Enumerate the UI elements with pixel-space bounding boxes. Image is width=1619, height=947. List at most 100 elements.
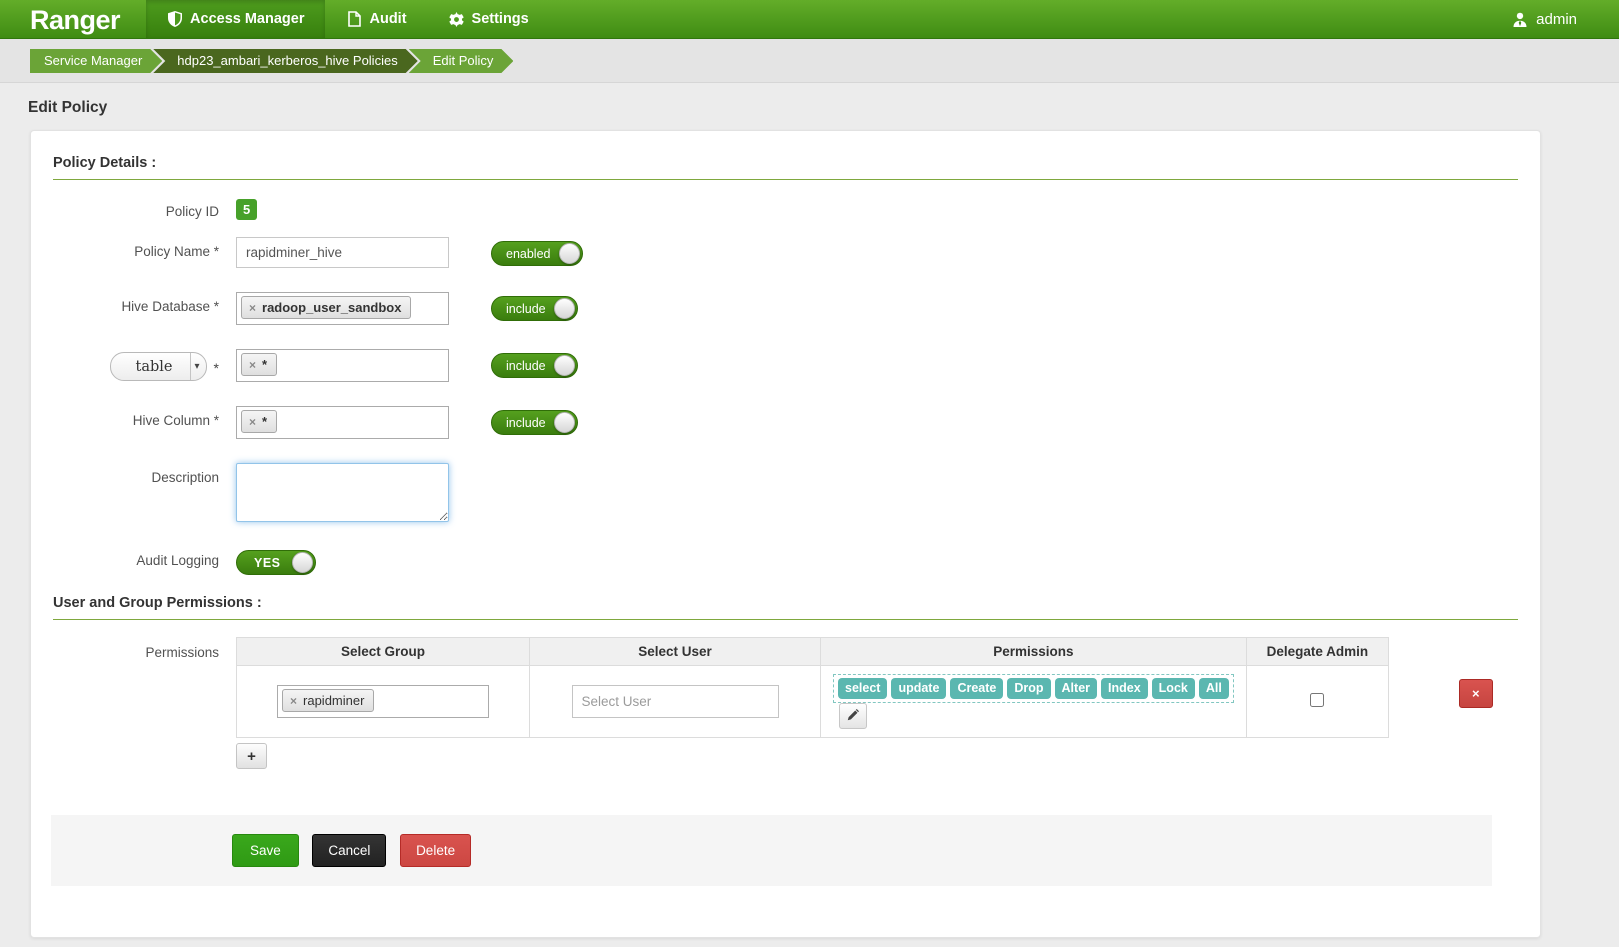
required-asterisk: * (214, 358, 219, 376)
chip-remove-icon[interactable]: × (249, 359, 256, 371)
description-textarea[interactable] (236, 463, 449, 522)
hive-table-chip: × * (241, 353, 277, 376)
group-chip: × rapidminer (282, 689, 374, 712)
header-permissions: Permissions (821, 638, 1247, 666)
user-group-permissions-heading: User and Group Permissions : (53, 595, 1518, 620)
header-delegate-admin: Delegate Admin (1246, 638, 1388, 666)
perm-badge-select[interactable]: select (838, 678, 887, 699)
policy-id-badge: 5 (236, 199, 257, 220)
toggle-knob (292, 552, 313, 573)
policy-details-heading: Policy Details : (53, 155, 1518, 180)
chip-remove-icon[interactable]: × (249, 302, 256, 314)
hive-database-input[interactable]: × radoop_user_sandbox (236, 292, 449, 325)
nav-audit-label: Audit (369, 11, 406, 27)
hive-database-include-label: include (494, 302, 554, 316)
policy-id-row: Policy ID 5 (53, 197, 1518, 220)
edit-policy-panel: Policy Details : Policy ID 5 Policy Name… (30, 130, 1541, 938)
form-actions-bar: Save Cancel Delete (51, 815, 1492, 886)
perm-badge-lock[interactable]: Lock (1152, 678, 1195, 699)
policy-enabled-toggle-label: enabled (494, 247, 559, 261)
description-label: Description (53, 463, 236, 485)
perm-badge-update[interactable]: update (891, 678, 946, 699)
perm-badge-all[interactable]: All (1199, 678, 1229, 699)
select-user-input[interactable] (572, 685, 779, 718)
nav-access-manager-label: Access Manager (190, 11, 304, 27)
chip-remove-icon[interactable]: × (249, 416, 256, 428)
save-button[interactable]: Save (232, 834, 299, 867)
delegate-admin-checkbox[interactable] (1310, 693, 1324, 707)
shield-icon (167, 11, 183, 27)
chevron-down-icon: ▾ (190, 353, 206, 380)
remove-permission-row-button[interactable]: × (1459, 679, 1493, 708)
hive-column-input[interactable]: × * (236, 406, 449, 439)
audit-logging-row: Audit Logging YES (53, 546, 1518, 575)
hive-column-include-label: include (494, 416, 554, 430)
policy-id-label: Policy ID (53, 197, 236, 219)
hive-database-chip-label: radoop_user_sandbox (262, 300, 401, 315)
permission-badges: select update Create Drop Alter Index Lo… (833, 674, 1234, 703)
header-select-user: Select User (530, 638, 821, 666)
toggle-knob (554, 412, 575, 433)
permissions-table: Select Group Select User Permissions Del… (236, 637, 1389, 738)
pencil-icon (847, 709, 859, 724)
gear-icon (449, 11, 465, 27)
hive-database-chip: × radoop_user_sandbox (241, 296, 411, 319)
hive-database-label: Hive Database * (53, 292, 236, 314)
policy-name-label: Policy Name * (53, 237, 236, 259)
breadcrumb-service-manager[interactable]: Service Manager (30, 49, 162, 73)
nav-settings[interactable]: Settings (428, 0, 550, 38)
policy-name-input[interactable] (236, 237, 449, 268)
audit-logging-toggle-label: YES (239, 556, 289, 570)
header-select-group: Select Group (237, 638, 530, 666)
toggle-knob (554, 355, 575, 376)
breadcrumb-policies[interactable]: hdp23_ambari_kerberos_hive Policies (153, 49, 417, 73)
breadcrumb: Service Managerhdp23_ambari_kerberos_hiv… (0, 39, 1619, 83)
table-row: table ▾ * × * include (53, 349, 1518, 382)
nav-access-manager[interactable]: Access Manager (146, 0, 325, 38)
permissions-table-row: × rapidminer select (237, 666, 1389, 738)
hive-column-chip-label: * (262, 414, 267, 429)
hive-column-label: Hive Column * (53, 406, 236, 428)
nav-audit[interactable]: Audit (325, 0, 427, 38)
hive-table-input[interactable]: × * (236, 349, 449, 382)
perm-badge-alter[interactable]: Alter (1055, 678, 1097, 699)
permissions-label: Permissions (53, 637, 236, 660)
select-group-input[interactable]: × rapidminer (277, 685, 489, 718)
group-chip-label: rapidminer (303, 693, 364, 708)
policy-name-row: Policy Name * enabled (53, 237, 1518, 268)
edit-permissions-button[interactable] (839, 703, 867, 729)
description-row: Description (53, 463, 1518, 522)
hive-column-include-toggle[interactable]: include (491, 410, 578, 435)
toggle-knob (554, 298, 575, 319)
table-select-wrap: table ▾ * (53, 349, 236, 381)
delete-button[interactable]: Delete (400, 834, 471, 867)
top-navbar: Ranger Access Manager Audit Settings adm… (0, 0, 1619, 39)
perm-badge-drop[interactable]: Drop (1007, 678, 1050, 699)
nav-user-label: admin (1536, 11, 1577, 28)
audit-logging-label: Audit Logging (53, 546, 236, 568)
hive-database-include-toggle[interactable]: include (491, 296, 578, 321)
table-type-select-value: table (111, 359, 190, 375)
perm-badge-index[interactable]: Index (1101, 678, 1148, 699)
chip-remove-icon[interactable]: × (290, 695, 297, 707)
cancel-button[interactable]: Cancel (312, 834, 386, 867)
hive-column-chip: × * (241, 410, 277, 433)
user-icon (1512, 11, 1528, 27)
toggle-knob (559, 243, 580, 264)
table-type-select[interactable]: table ▾ (110, 352, 207, 381)
audit-logging-toggle[interactable]: YES (236, 550, 316, 575)
permissions-row: Permissions Select Group Select User Per… (53, 637, 1518, 769)
add-permission-row-button[interactable]: + (236, 743, 267, 769)
hive-table-chip-label: * (262, 357, 267, 372)
page-title: Edit Policy (28, 99, 1619, 117)
nav-settings-label: Settings (472, 11, 529, 27)
document-icon (346, 11, 362, 27)
nav-user-menu[interactable]: admin (1512, 0, 1619, 38)
hive-table-include-toggle[interactable]: include (491, 353, 578, 378)
breadcrumb-edit-policy[interactable]: Edit Policy (409, 49, 514, 73)
hive-table-include-label: include (494, 359, 554, 373)
ranger-logo[interactable]: Ranger (0, 0, 146, 38)
perm-badge-create[interactable]: Create (950, 678, 1003, 699)
policy-enabled-toggle[interactable]: enabled (491, 241, 583, 266)
hive-column-row: Hive Column * × * include (53, 406, 1518, 439)
